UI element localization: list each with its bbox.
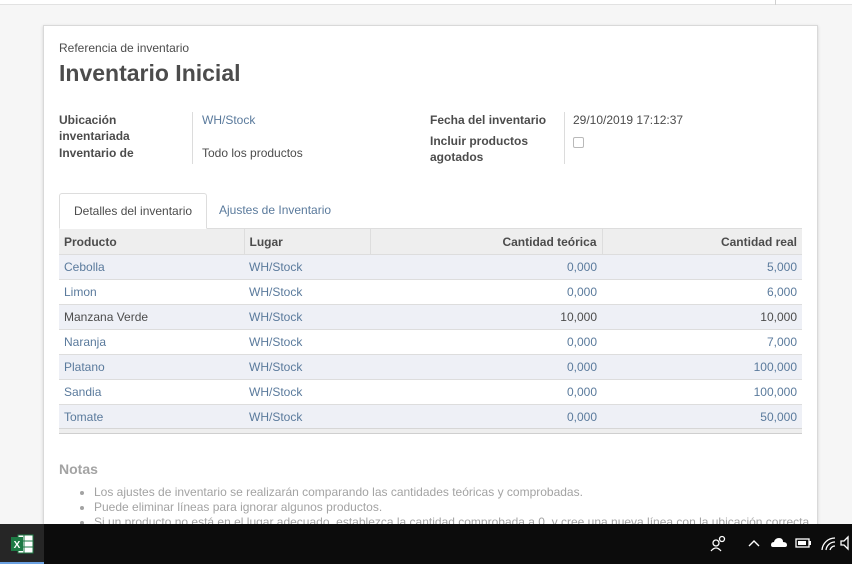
notebook-tabs: Detalles del inventario Ajustes de Inven… <box>59 193 802 229</box>
real-qty-cell[interactable]: 50,000 <box>602 404 802 429</box>
real-qty-cell[interactable]: 100,000 <box>602 354 802 380</box>
product-cell[interactable]: Platano <box>59 354 244 380</box>
page-title[interactable]: Inventario Inicial <box>59 60 241 87</box>
column-header-theoretical-qty[interactable]: Cantidad teórica <box>369 229 602 255</box>
table-header-row: Producto Lugar Cantidad teórica Cantidad… <box>59 229 802 255</box>
product-cell[interactable]: Cebolla <box>59 254 244 280</box>
location-cell[interactable]: WH/Stock <box>244 304 370 330</box>
top-divider <box>775 0 776 5</box>
location-value-link[interactable]: WH/Stock <box>202 113 255 127</box>
include-label-line2: agotados <box>430 150 484 164</box>
excel-icon: X <box>11 534 34 554</box>
theoretical-qty-cell[interactable]: 0,000 <box>370 254 602 280</box>
table-row[interactable]: Platano WH/Stock 0,000 100,000 <box>59 354 802 380</box>
include-label-line1: Incluir productos <box>430 134 529 148</box>
tab-inventory-details[interactable]: Detalles del inventario <box>59 193 208 229</box>
table-row[interactable]: Naranja WH/Stock 0,000 7,000 <box>59 329 802 355</box>
excel-taskbar-button[interactable]: X <box>0 524 44 564</box>
excel-icon-letter: X <box>14 540 21 551</box>
people-icon[interactable] <box>710 534 728 557</box>
include-empty-label: Incluir productos agotados <box>430 133 528 165</box>
table-row[interactable]: Cebolla WH/Stock 0,000 5,000 <box>59 254 802 280</box>
column-header-product[interactable]: Producto <box>59 229 244 255</box>
inventory-of-label: Inventario de <box>59 146 134 160</box>
location-cell[interactable]: WH/Stock <box>244 354 370 380</box>
location-label-line1: Ubicación <box>59 113 117 127</box>
note-item: Puede eliminar líneas para ignorar algun… <box>94 500 812 515</box>
location-cell[interactable]: WH/Stock <box>244 254 370 280</box>
inventory-of-value[interactable]: Todo los productos <box>202 146 303 160</box>
theoretical-qty-cell[interactable]: 0,000 <box>370 279 602 305</box>
product-cell[interactable]: Naranja <box>59 329 244 355</box>
location-label: Ubicación inventariada <box>59 112 130 144</box>
wifi-icon[interactable] <box>820 534 836 557</box>
table-row[interactable]: Sandia WH/Stock 0,000 100,000 <box>59 379 802 405</box>
table-row[interactable]: Tomate WH/Stock 0,000 50,000 <box>59 404 802 429</box>
windows-taskbar: X <box>0 524 852 564</box>
table-row[interactable]: Manzana Verde WH/Stock 10,000 10,000 <box>59 304 802 330</box>
inventory-lines-table: Producto Lugar Cantidad teórica Cantidad… <box>59 229 802 429</box>
product-cell[interactable]: Tomate <box>59 404 244 429</box>
theoretical-qty-cell[interactable]: 0,000 <box>370 329 602 355</box>
theoretical-qty-cell[interactable]: 0,000 <box>370 379 602 405</box>
reference-label: Referencia de inventario <box>59 41 190 55</box>
product-cell[interactable]: Sandia <box>59 379 244 405</box>
browser-top-edge <box>0 0 852 5</box>
theoretical-qty-cell[interactable]: 10,000 <box>370 304 602 330</box>
battery-icon[interactable] <box>794 534 812 557</box>
location-cell[interactable]: WH/Stock <box>244 404 370 429</box>
real-qty-cell[interactable]: 6,000 <box>602 279 802 305</box>
date-value[interactable]: 29/10/2019 17:12:37 <box>573 113 683 127</box>
include-empty-checkbox[interactable] <box>573 137 584 148</box>
theoretical-qty-cell[interactable]: 0,000 <box>370 404 602 429</box>
column-header-location[interactable]: Lugar <box>243 229 370 255</box>
product-cell[interactable]: Limon <box>59 279 244 305</box>
volume-icon[interactable] <box>840 534 852 557</box>
real-qty-cell[interactable]: 10,000 <box>602 304 802 330</box>
cloud-icon[interactable] <box>770 534 788 557</box>
table-footer <box>59 428 802 434</box>
chevron-up-icon[interactable] <box>747 534 761 557</box>
date-label: Fecha del inventario <box>430 113 547 127</box>
theoretical-qty-cell[interactable]: 0,000 <box>370 354 602 380</box>
column-header-real-qty[interactable]: Cantidad real <box>601 229 802 255</box>
note-item: Los ajustes de inventario se realizarán … <box>94 485 812 500</box>
real-qty-cell[interactable]: 100,000 <box>602 379 802 405</box>
real-qty-cell[interactable]: 5,000 <box>602 254 802 280</box>
location-cell[interactable]: WH/Stock <box>244 379 370 405</box>
location-cell[interactable]: WH/Stock <box>244 279 370 305</box>
field-separator <box>564 112 565 164</box>
table-row[interactable]: Limon WH/Stock 0,000 6,000 <box>59 279 802 305</box>
product-cell[interactable]: Manzana Verde <box>59 304 244 330</box>
location-label-line2: inventariada <box>59 129 130 143</box>
notes-title: Notas <box>59 461 98 477</box>
inventory-form-sheet: Referencia de inventario Inventario Inic… <box>43 25 818 557</box>
tab-inventory-adjustments[interactable]: Ajustes de Inventario <box>205 193 345 227</box>
location-cell[interactable]: WH/Stock <box>244 329 370 355</box>
real-qty-cell[interactable]: 7,000 <box>602 329 802 355</box>
field-separator <box>192 112 193 164</box>
